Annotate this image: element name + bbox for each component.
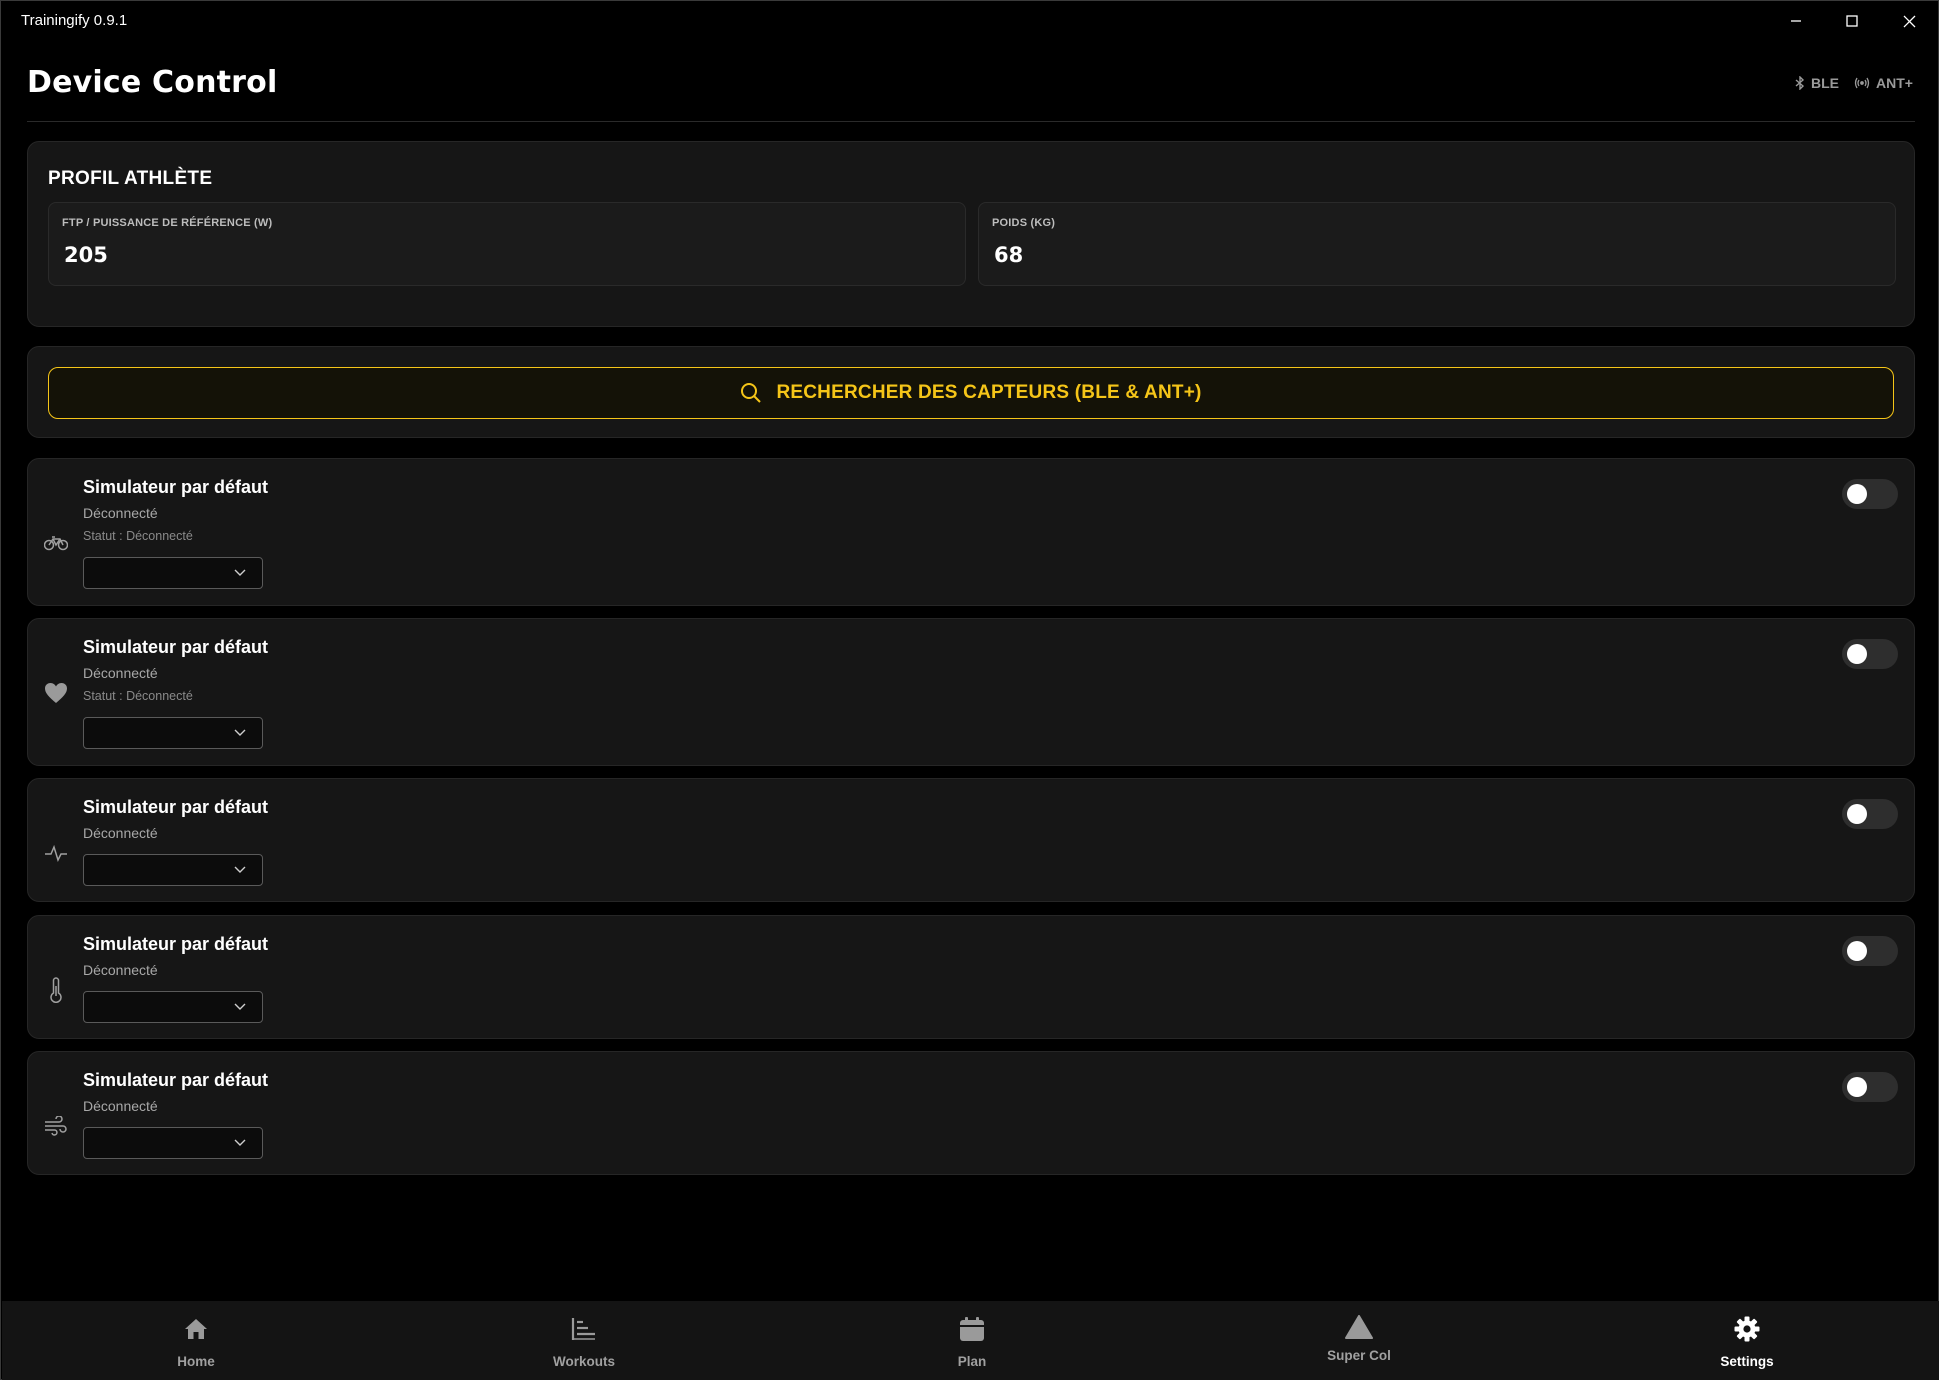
chevron-down-icon [234,729,246,736]
close-button[interactable] [1881,1,1937,41]
ftp-value[interactable]: 205 [64,243,108,267]
sensor-state: Déconnecté [83,825,158,841]
search-icon [741,383,762,403]
sensor-device-select[interactable] [83,991,263,1023]
chevron-down-icon [234,1003,246,1010]
nav-workouts[interactable]: Workouts [484,1301,684,1380]
toggle-knob [1847,1077,1867,1097]
maximize-button[interactable] [1824,1,1880,41]
ant-status: ANT+ [1854,75,1913,91]
bluetooth-icon [1795,76,1805,90]
ble-status: BLE [1795,75,1839,91]
scan-sensors-button[interactable]: RECHERCHER DES CAPTEURS (BLE & ANT+) [48,367,1894,419]
nav-plan[interactable]: Plan [872,1301,1072,1380]
profile-title: PROFIL ATHLÈTE [48,168,213,189]
sensor-state: Déconnecté [83,962,158,978]
sensor-toggle[interactable] [1842,639,1898,669]
sensor-card-trainer: Simulateur par défaut Déconnecté Statut … [27,458,1915,606]
header-divider [27,121,1915,122]
sensor-state: Déconnecté [83,505,158,521]
heart-icon [44,681,68,705]
sensor-card-fan: Simulateur par défaut Déconnecté [27,1051,1915,1175]
sensor-card-heart-rate: Simulateur par défaut Déconnecté Statut … [27,618,1915,766]
window-title: Trainingify 0.9.1 [21,12,128,29]
sensor-status: Statut : Déconnecté [83,689,193,703]
weight-field[interactable]: POIDS (KG) 68 [978,202,1896,286]
sensor-name: Simulateur par défaut [83,1070,269,1090]
nav-settings[interactable]: Settings [1647,1301,1847,1380]
bike-icon [44,531,68,555]
sensor-toggle[interactable] [1842,936,1898,966]
thermometer-icon [44,977,68,1003]
minimize-button[interactable] [1768,1,1824,41]
chevron-down-icon [234,569,246,576]
antenna-icon [1854,77,1870,89]
toggle-knob [1847,941,1867,961]
scan-label: RECHERCHER DES CAPTEURS (BLE & ANT+) [776,382,1202,403]
sensor-device-select[interactable] [83,1127,263,1159]
athlete-profile-card: PROFIL ATHLÈTE FTP / PUISSANCE DE RÉFÉRE… [27,141,1915,327]
close-icon [1903,15,1915,27]
sensor-name: Simulateur par défaut [83,934,269,954]
sensor-device-select[interactable] [83,557,263,589]
nav-label: Super Col [1327,1348,1391,1363]
chevron-down-icon [234,866,246,873]
weight-value[interactable]: 68 [994,243,1023,267]
scan-card: RECHERCHER DES CAPTEURS (BLE & ANT+) [27,346,1915,438]
weight-label: POIDS (KG) [992,217,1056,229]
nav-super-col[interactable]: Super Col [1259,1301,1459,1380]
nav-label: Workouts [552,1354,615,1369]
sensor-name: Simulateur par défaut [83,637,269,657]
sensor-state: Déconnecté [83,665,158,681]
nav-label: Settings [1720,1354,1774,1369]
sensor-device-select[interactable] [83,854,263,886]
calendar-icon [958,1315,986,1343]
wind-icon [44,1114,68,1138]
nav-label: Home [177,1354,215,1369]
sensor-status: Statut : Déconnecté [83,529,193,543]
sensor-device-select[interactable] [83,717,263,749]
ant-label: ANT+ [1876,75,1913,91]
sensor-card-temperature: Simulateur par défaut Déconnecté [27,915,1915,1039]
ftp-label: FTP / PUISSANCE DE RÉFÉRENCE (W) [62,217,273,229]
maximize-icon [1846,15,1858,27]
sensor-toggle[interactable] [1842,1072,1898,1102]
toggle-knob [1847,644,1867,664]
toggle-knob [1847,484,1867,504]
title-bar: Trainingify 0.9.1 [1,1,1938,41]
workouts-icon [570,1315,598,1343]
pulse-icon [44,841,68,865]
sensor-card-power: Simulateur par défaut Déconnecté [27,778,1915,902]
page-title: Device Control [27,65,278,100]
home-icon [182,1315,210,1343]
mountain-icon [1345,1313,1373,1341]
sensor-state: Déconnecté [83,1098,158,1114]
gear-icon [1733,1315,1761,1343]
sensor-name: Simulateur par défaut [83,797,269,817]
toggle-knob [1847,804,1867,824]
sensor-toggle[interactable] [1842,479,1898,509]
chevron-down-icon [234,1139,246,1146]
bottom-nav: Home Workouts Plan Super Col Settings [2,1301,1939,1380]
sensor-name: Simulateur par défaut [83,477,269,497]
sensor-toggle[interactable] [1842,799,1898,829]
app-window: Trainingify 0.9.1 Device Control BLE ANT… [0,0,1939,1380]
nav-label: Plan [957,1354,987,1369]
minimize-icon [1791,20,1801,22]
ftp-field[interactable]: FTP / PUISSANCE DE RÉFÉRENCE (W) 205 [48,202,966,286]
ble-label: BLE [1811,75,1839,91]
nav-home[interactable]: Home [96,1301,296,1380]
